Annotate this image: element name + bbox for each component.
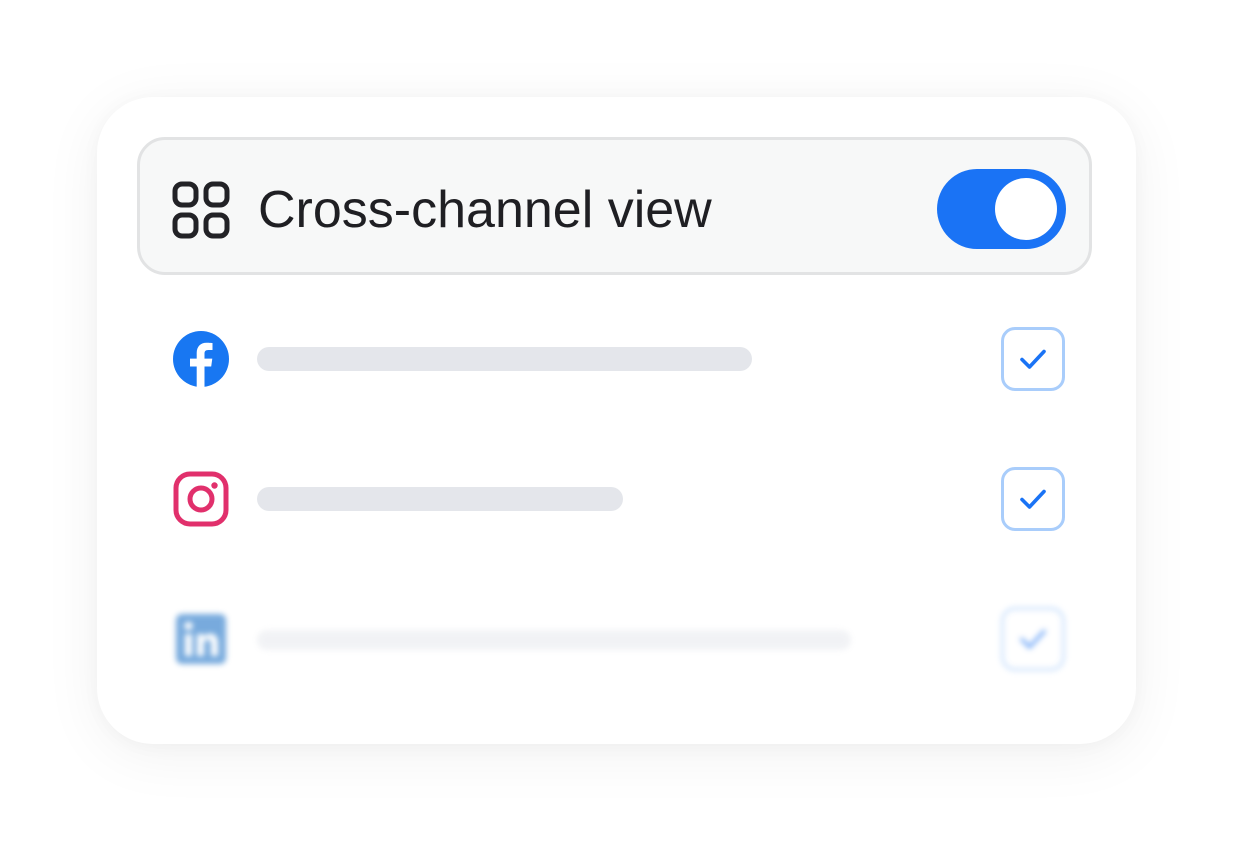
channel-name-placeholder: [257, 347, 752, 371]
instagram-checkbox[interactable]: [1001, 467, 1065, 531]
facebook-checkbox[interactable]: [1001, 327, 1065, 391]
toggle-knob: [995, 178, 1057, 240]
channel-name-placeholder: [257, 487, 623, 511]
channel-row-facebook: [97, 325, 1136, 395]
checkmark-icon: [1020, 629, 1046, 649]
grid-icon: [172, 181, 230, 239]
cross-channel-view-title: Cross-channel view: [258, 181, 712, 239]
facebook-icon: [173, 331, 229, 388]
cross-channel-view-row[interactable]: Cross-channel view: [137, 137, 1092, 275]
checkmark-icon: [1020, 349, 1046, 369]
channel-settings-card: Cross-channel view: [97, 97, 1136, 744]
channel-row-linkedin: [97, 605, 1136, 675]
checkmark-icon: [1020, 489, 1046, 509]
channel-name-placeholder: [257, 630, 851, 650]
linkedin-icon: [176, 614, 226, 664]
channel-row-instagram: [97, 465, 1136, 535]
linkedin-checkbox[interactable]: [1001, 607, 1065, 671]
instagram-icon: [173, 471, 229, 527]
cross-channel-view-toggle[interactable]: [937, 169, 1066, 249]
